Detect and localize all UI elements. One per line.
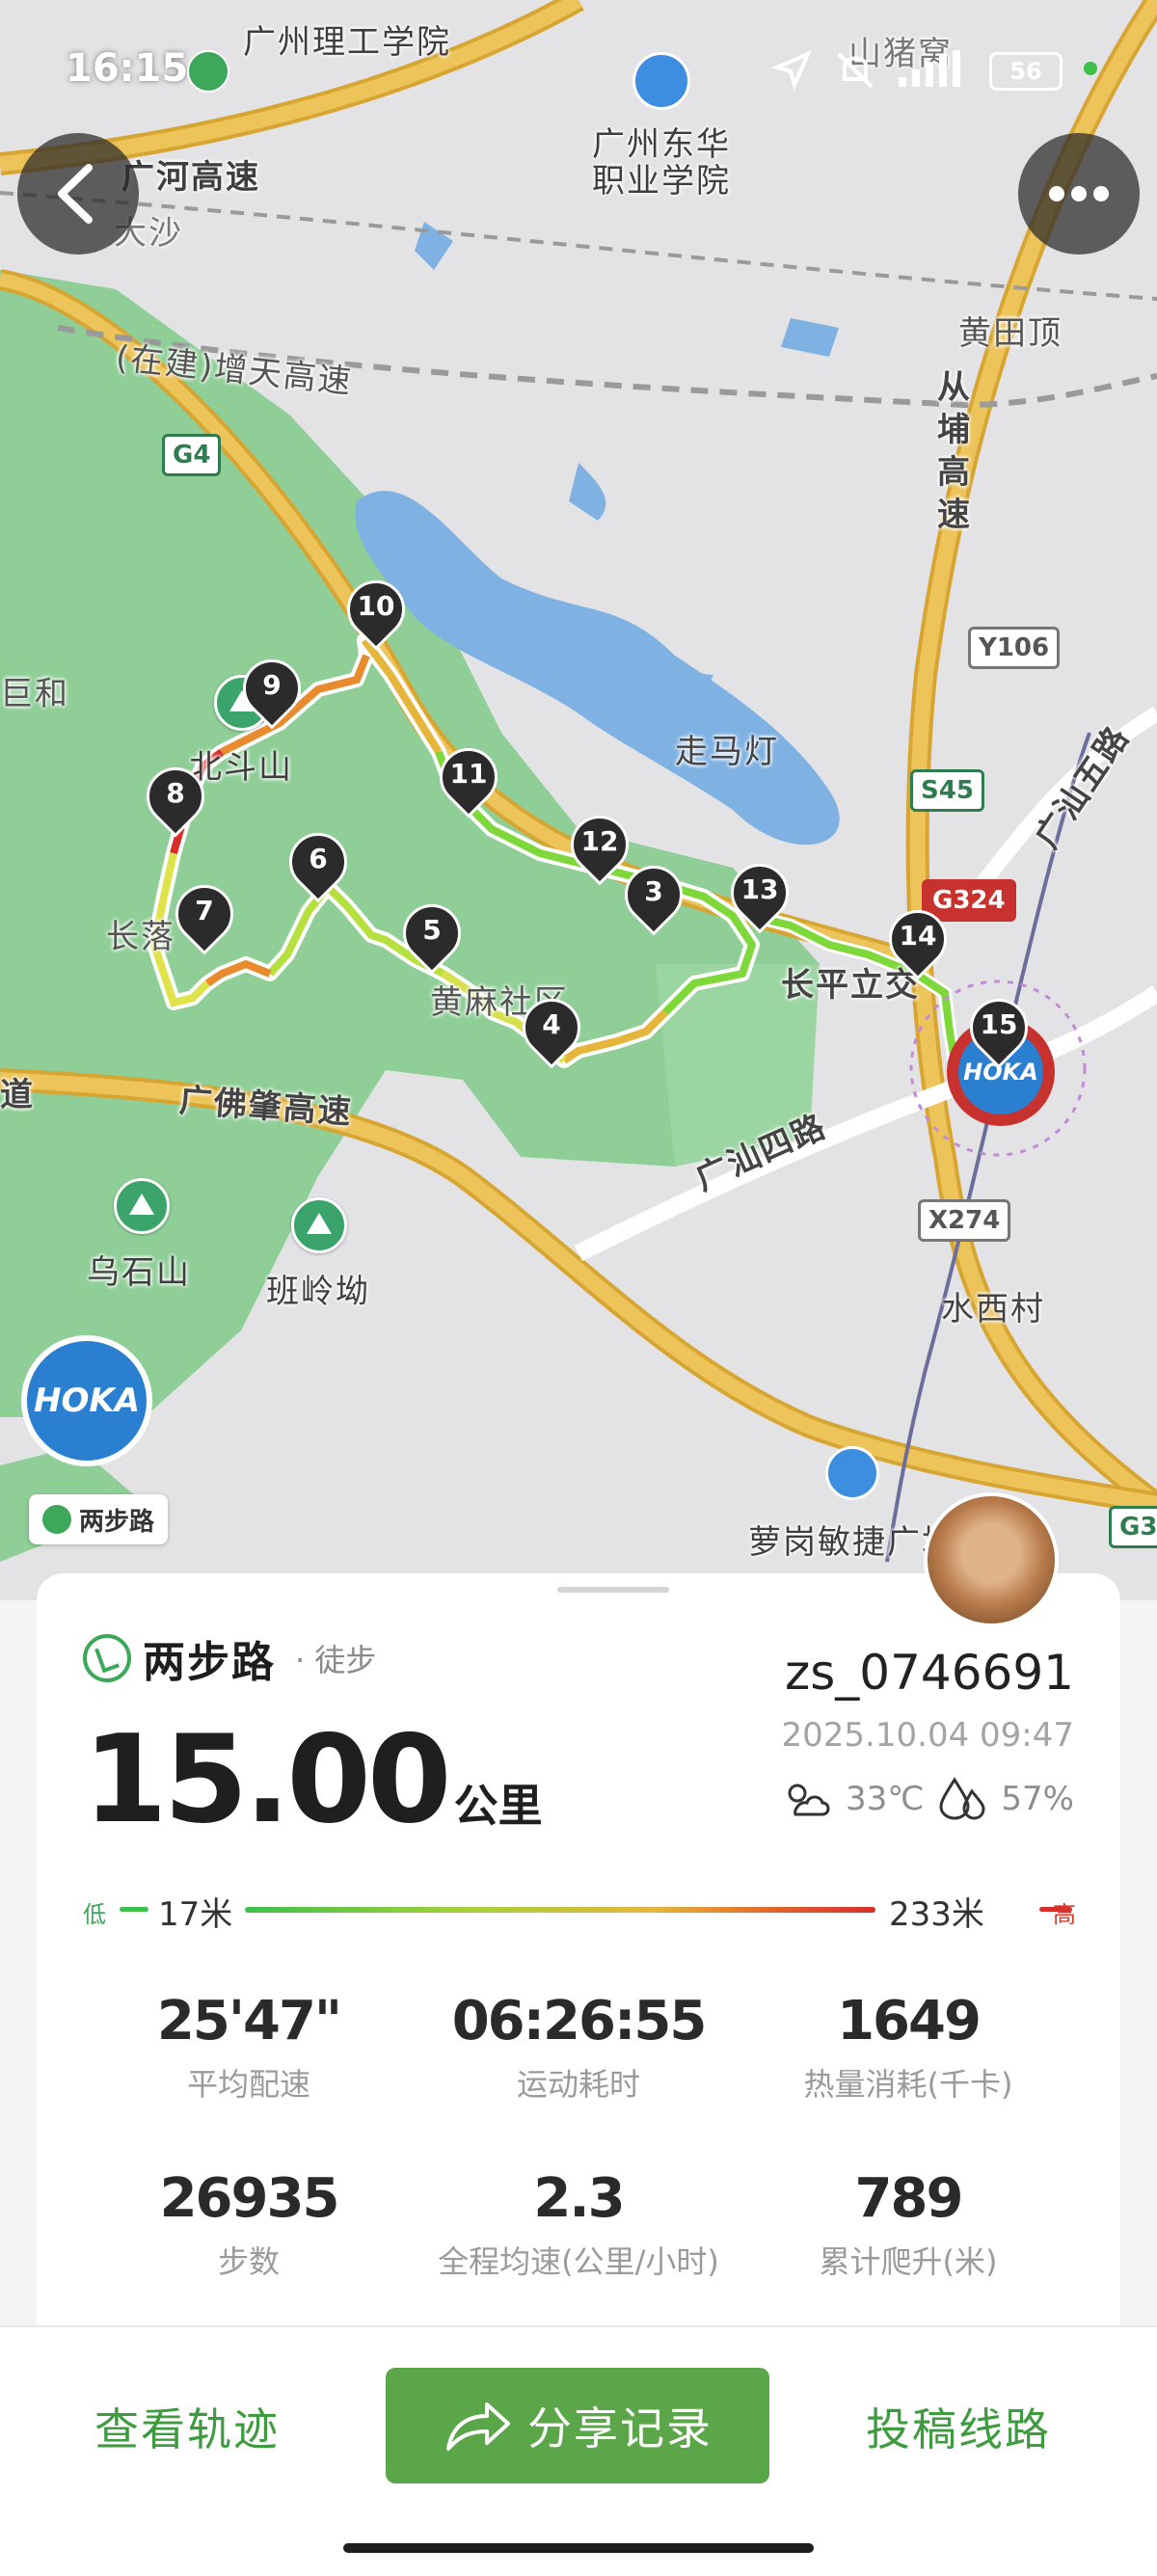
stat-value: 06:26:55 bbox=[451, 1990, 708, 2053]
app-name: 两步路 bbox=[143, 1638, 276, 1687]
stat-label: 步数 bbox=[217, 2243, 280, 2280]
road-shield-y106: Y106 bbox=[968, 627, 1061, 669]
km-marker-14[interactable]: 14 bbox=[876, 898, 959, 983]
stat-steps: 26935 步数 bbox=[85, 2167, 413, 2282]
stat-value: 26935 bbox=[159, 2167, 340, 2230]
km-marker-12[interactable]: 12 bbox=[558, 803, 641, 889]
temperature: 33℃ bbox=[845, 1780, 925, 1818]
elevation-low-label: 低 bbox=[83, 1901, 106, 1928]
humidity-icon bbox=[939, 1777, 985, 1820]
status-time: 16:15 bbox=[66, 46, 189, 91]
km-marker-15[interactable]: 15 bbox=[957, 986, 1040, 1072]
km-marker-9[interactable]: 9 bbox=[230, 647, 313, 733]
km-marker-7[interactable]: 7 bbox=[163, 872, 246, 958]
stat-value: 25'47" bbox=[156, 1990, 342, 2053]
activity-summary-card: 两步路 · 徒步 zs_0746691 2025.10.04 09:47 33℃… bbox=[37, 1573, 1120, 2325]
elevation-high-value: 233米 bbox=[889, 1895, 984, 1934]
weather-info: 33℃ 57% bbox=[780, 1776, 1074, 1822]
share-arrow-icon bbox=[446, 2402, 510, 2451]
km-marker-11[interactable]: 11 bbox=[427, 736, 510, 821]
stat-value: 1649 bbox=[837, 1990, 982, 2053]
status-bar: 16:15 56 bbox=[0, 0, 1157, 135]
user-avatar[interactable] bbox=[924, 1492, 1059, 1627]
map-label-juhe: 巨和 bbox=[0, 675, 69, 713]
more-dots-icon bbox=[1049, 186, 1109, 201]
road-shield-g4: G4 bbox=[162, 434, 222, 476]
elevation-bar: 低 17米 233米 高 bbox=[83, 1888, 1076, 1934]
distance-value: 15.00 bbox=[83, 1708, 452, 1850]
map-label-beidoushan: 北斗山 bbox=[189, 748, 293, 787]
share-record-button[interactable]: 分享记录 bbox=[386, 2368, 769, 2483]
mute-icon bbox=[837, 52, 874, 89]
app-status-icon bbox=[187, 50, 229, 93]
stat-value: 2.3 bbox=[533, 2167, 625, 2230]
activity-datetime: 2025.10.04 09:47 bbox=[781, 1716, 1074, 1755]
map-label-huangtianding: 黄田顶 bbox=[958, 314, 1063, 353]
battery-indicator: 56 bbox=[989, 52, 1063, 91]
submit-route-button[interactable]: 投稿线路 bbox=[866, 2395, 1051, 2458]
km-marker-13[interactable]: 13 bbox=[718, 851, 801, 937]
partly-cloudy-icon bbox=[788, 1784, 830, 1816]
stat-duration: 06:26:55 运动耗时 bbox=[415, 1990, 742, 2105]
road-shield-g35: G35 bbox=[1109, 1506, 1157, 1548]
stat-calories: 1649 热量消耗(千卡) bbox=[744, 1990, 1072, 2105]
chevron-left-icon bbox=[58, 164, 93, 224]
elevation-gradient bbox=[245, 1907, 875, 1913]
activity-type: · 徒步 bbox=[295, 1642, 377, 1678]
stat-avg-speed: 2.3 全程均速(公里/小时) bbox=[415, 2167, 742, 2282]
map-label-guanghe: 广河高速 bbox=[121, 158, 260, 197]
stat-value: 789 bbox=[854, 2167, 964, 2230]
km-marker-10[interactable]: 10 bbox=[335, 568, 417, 654]
bottom-action-bar: 查看轨迹 分享记录 投稿线路 bbox=[0, 2325, 1157, 2576]
map-label-wushishan: 乌石山 bbox=[87, 1253, 191, 1292]
distance-unit: 公里 bbox=[453, 1780, 543, 1832]
km-marker-8[interactable]: 8 bbox=[134, 755, 217, 841]
stat-label: 运动耗时 bbox=[516, 2066, 640, 2103]
brand-tag-label: 两步路 bbox=[79, 1507, 155, 1537]
map-label-zhiye: 职业学院 bbox=[592, 162, 731, 201]
elevation-low-value: 17米 bbox=[158, 1895, 233, 1934]
stat-avg-pace: 25'47" 平均配速 bbox=[85, 1990, 413, 2105]
km-marker-4[interactable]: 4 bbox=[510, 986, 593, 1072]
location-arrow-icon bbox=[771, 50, 812, 91]
stat-label: 平均配速 bbox=[186, 2066, 310, 2103]
road-shield-x274: X274 bbox=[918, 1199, 1011, 1242]
share-record-label: 分享记录 bbox=[527, 2402, 713, 2455]
camera-dot bbox=[1084, 62, 1097, 75]
mountain-poi-icon bbox=[114, 1178, 170, 1234]
app-logo-icon bbox=[83, 1634, 131, 1682]
route-map[interactable]: 广州理工学院 广州东华 职业学院 山猪窝 广河高速 大沙 黄田顶 (在建)增天高… bbox=[0, 0, 1157, 1600]
stat-elevation-gain: 789 累计爬升(米) bbox=[744, 2167, 1072, 2282]
brand-tag-icon bbox=[42, 1505, 71, 1534]
stat-label: 热量消耗(千卡) bbox=[803, 2066, 1013, 2103]
map-label-dao: 道 bbox=[0, 1076, 35, 1114]
km-marker-6[interactable]: 6 bbox=[277, 820, 360, 906]
elevation-low-swatch bbox=[120, 1907, 148, 1912]
stat-label: 累计爬升(米) bbox=[819, 2243, 998, 2280]
drag-handle[interactable] bbox=[557, 1587, 669, 1593]
back-button[interactable] bbox=[17, 133, 139, 255]
brand-tag: 两步路 bbox=[29, 1494, 169, 1544]
more-button[interactable] bbox=[1018, 133, 1140, 255]
mountain-poi-icon bbox=[291, 1197, 347, 1253]
km-marker-3[interactable]: 3 bbox=[612, 853, 695, 939]
username: zs_0746691 bbox=[785, 1645, 1074, 1701]
map-label-changluo: 长落 bbox=[106, 918, 175, 956]
home-indicator[interactable] bbox=[343, 2543, 814, 2553]
humidity: 57% bbox=[1001, 1780, 1074, 1818]
bus-poi-icon bbox=[825, 1446, 879, 1500]
map-label-congpu: 从埔高速 bbox=[937, 368, 972, 534]
map-label-shuixicun: 水西村 bbox=[941, 1290, 1045, 1328]
signal-icon bbox=[899, 50, 960, 87]
view-track-button[interactable]: 查看轨迹 bbox=[94, 2395, 280, 2458]
stat-label: 全程均速(公里/小时) bbox=[438, 2243, 719, 2280]
elevation-high-label: 高 bbox=[1053, 1901, 1076, 1928]
total-distance: 15.00 公里 bbox=[83, 1708, 543, 1850]
sponsor-badge[interactable]: HOKA bbox=[21, 1335, 152, 1466]
map-label-banlingao: 班岭坳 bbox=[266, 1273, 370, 1311]
map-label-zoumadeng: 走马灯 bbox=[675, 733, 779, 771]
app-logo: 两步路 · 徒步 bbox=[83, 1627, 376, 1689]
road-shield-s45: S45 bbox=[910, 769, 984, 812]
km-marker-5[interactable]: 5 bbox=[390, 892, 473, 978]
